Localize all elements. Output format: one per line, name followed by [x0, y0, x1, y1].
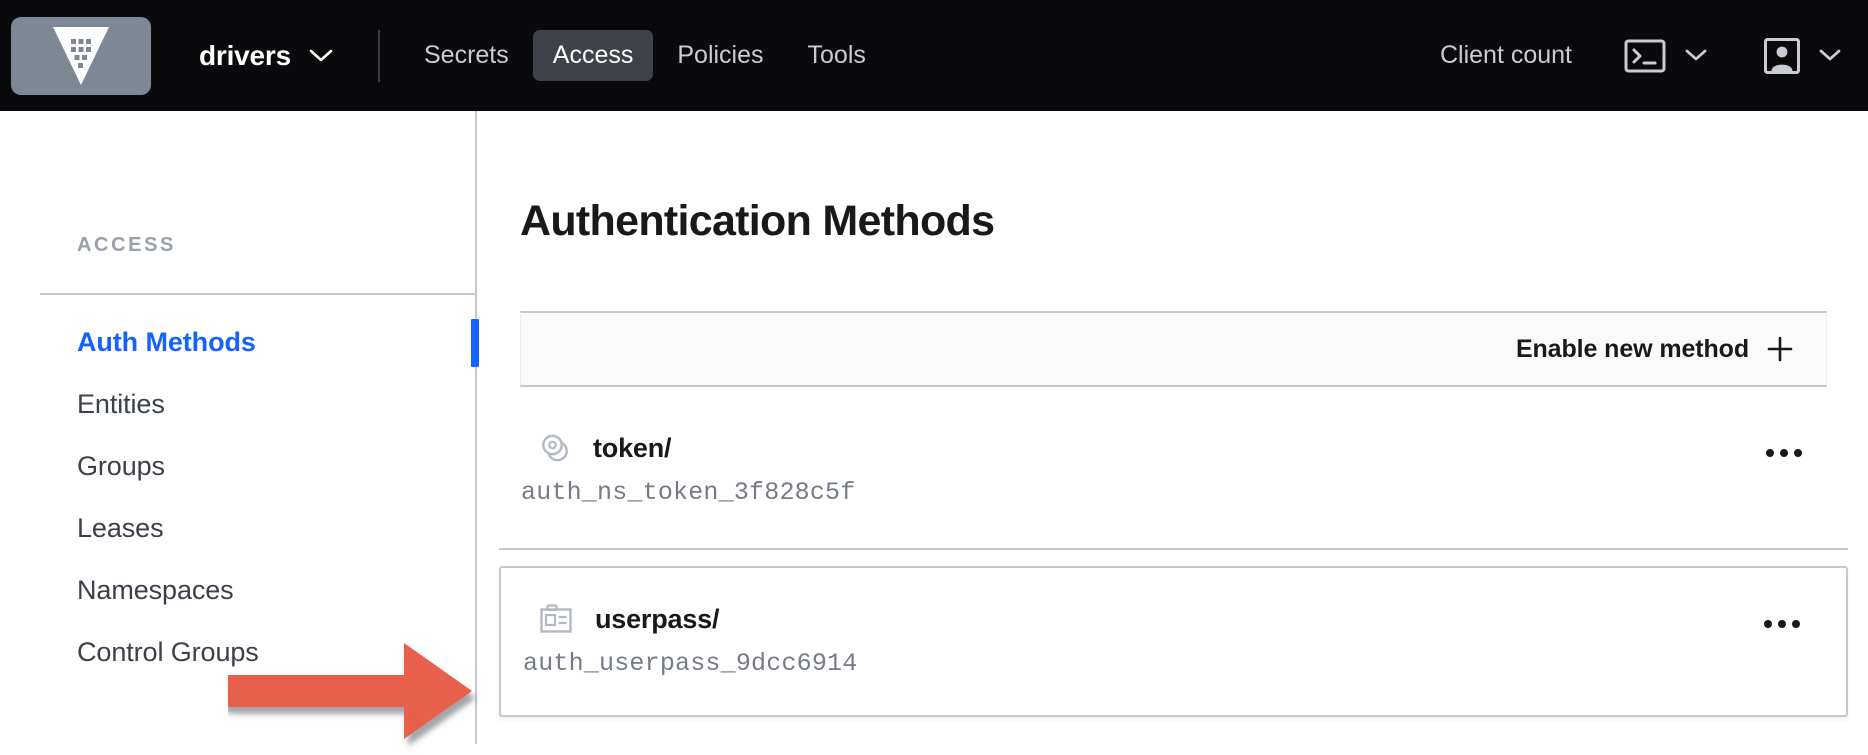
- sidebar-item-label: Groups: [77, 450, 165, 481]
- more-horizontal-icon: [1792, 620, 1800, 628]
- sidebar-item-groups[interactable]: Groups: [0, 435, 477, 497]
- user-menu[interactable]: [1764, 37, 1842, 74]
- access-sidebar: ACCESS Auth Methods Entities Groups Leas…: [0, 111, 479, 744]
- auth-method-row-userpass[interactable]: userpass/ auth_userpass_9dcc6914: [499, 566, 1848, 717]
- chevron-down-icon: [1819, 49, 1841, 61]
- more-horizontal-icon: [1766, 449, 1774, 457]
- auth-method-row-token[interactable]: token/ auth_ns_token_3f828c5f: [499, 397, 1848, 550]
- vault-logo-icon: [53, 26, 109, 85]
- enable-new-method-label: Enable new method: [1515, 334, 1749, 363]
- page-title: Authentication Methods: [520, 197, 995, 245]
- sidebar-item-leases[interactable]: Leases: [0, 497, 477, 559]
- sidebar-section-heading: ACCESS: [77, 234, 176, 256]
- sidebar-item-namespaces[interactable]: Namespaces: [0, 559, 477, 621]
- nav-right-cluster: Client count: [1440, 37, 1868, 74]
- id-badge-icon: [540, 604, 572, 633]
- enable-new-method-button[interactable]: Enable new method: [1516, 335, 1826, 364]
- tab-secrets[interactable]: Secrets: [404, 30, 529, 81]
- user-avatar-icon: [1764, 37, 1800, 74]
- terminal-icon: [1624, 39, 1666, 72]
- auth-method-name[interactable]: token/: [593, 433, 672, 464]
- row-separator: [499, 548, 1848, 550]
- auth-method-header: token/: [521, 397, 1848, 465]
- page-body: ACCESS Auth Methods Entities Groups Leas…: [0, 111, 1868, 744]
- sidebar-nav-list: Auth Methods Entities Groups Leases Name…: [0, 311, 479, 683]
- tab-policies[interactable]: Policies: [657, 30, 783, 81]
- namespace-picker[interactable]: drivers: [199, 40, 334, 72]
- more-horizontal-icon: [1794, 449, 1802, 457]
- plus-icon: [1767, 336, 1793, 362]
- auth-method-header: userpass/: [523, 568, 1846, 636]
- auth-method-row-menu-token[interactable]: [1760, 433, 1808, 473]
- auth-method-row-menu-userpass[interactable]: [1758, 604, 1806, 644]
- chevron-down-icon: [309, 49, 333, 61]
- tab-tools[interactable]: Tools: [788, 30, 886, 81]
- main-content: Authentication Methods Enable new method: [479, 111, 1868, 744]
- auth-method-path: auth_userpass_9dcc6914: [523, 649, 858, 678]
- sidebar-divider: [40, 293, 477, 295]
- console-toggle[interactable]: [1624, 39, 1708, 73]
- list-toolbar: Enable new method: [520, 311, 1827, 387]
- active-indicator-bar: [471, 319, 479, 367]
- token-coins-icon: [542, 434, 568, 462]
- more-horizontal-icon: [1778, 620, 1786, 628]
- sidebar-item-label: Auth Methods: [77, 326, 256, 357]
- chevron-down-icon: [1685, 49, 1707, 61]
- namespace-label: drivers: [199, 39, 291, 71]
- sidebar-item-control-groups[interactable]: Control Groups: [0, 621, 477, 683]
- sidebar-item-label: Entities: [77, 388, 165, 419]
- top-navigation-bar: drivers Secrets Access Policies Tools Cl…: [0, 0, 1868, 111]
- auth-methods-list: token/ auth_ns_token_3f828c5f userpass/ …: [499, 397, 1848, 717]
- tab-access[interactable]: Access: [532, 30, 654, 81]
- sidebar-item-entities[interactable]: Entities: [0, 373, 477, 435]
- more-horizontal-icon: [1764, 620, 1772, 628]
- sidebar-item-label: Control Groups: [77, 636, 259, 667]
- auth-method-name[interactable]: userpass/: [595, 604, 719, 635]
- sidebar-item-auth-methods[interactable]: Auth Methods: [0, 311, 479, 373]
- more-horizontal-icon: [1780, 449, 1788, 457]
- client-count-link[interactable]: Client count: [1440, 41, 1572, 70]
- vault-logo-button[interactable]: [11, 16, 151, 95]
- nav-divider: [378, 29, 380, 82]
- auth-method-path: auth_ns_token_3f828c5f: [521, 478, 856, 507]
- primary-nav-tabs: Secrets Access Policies Tools: [404, 30, 886, 81]
- sidebar-item-label: Leases: [77, 512, 164, 543]
- sidebar-item-label: Namespaces: [77, 574, 234, 605]
